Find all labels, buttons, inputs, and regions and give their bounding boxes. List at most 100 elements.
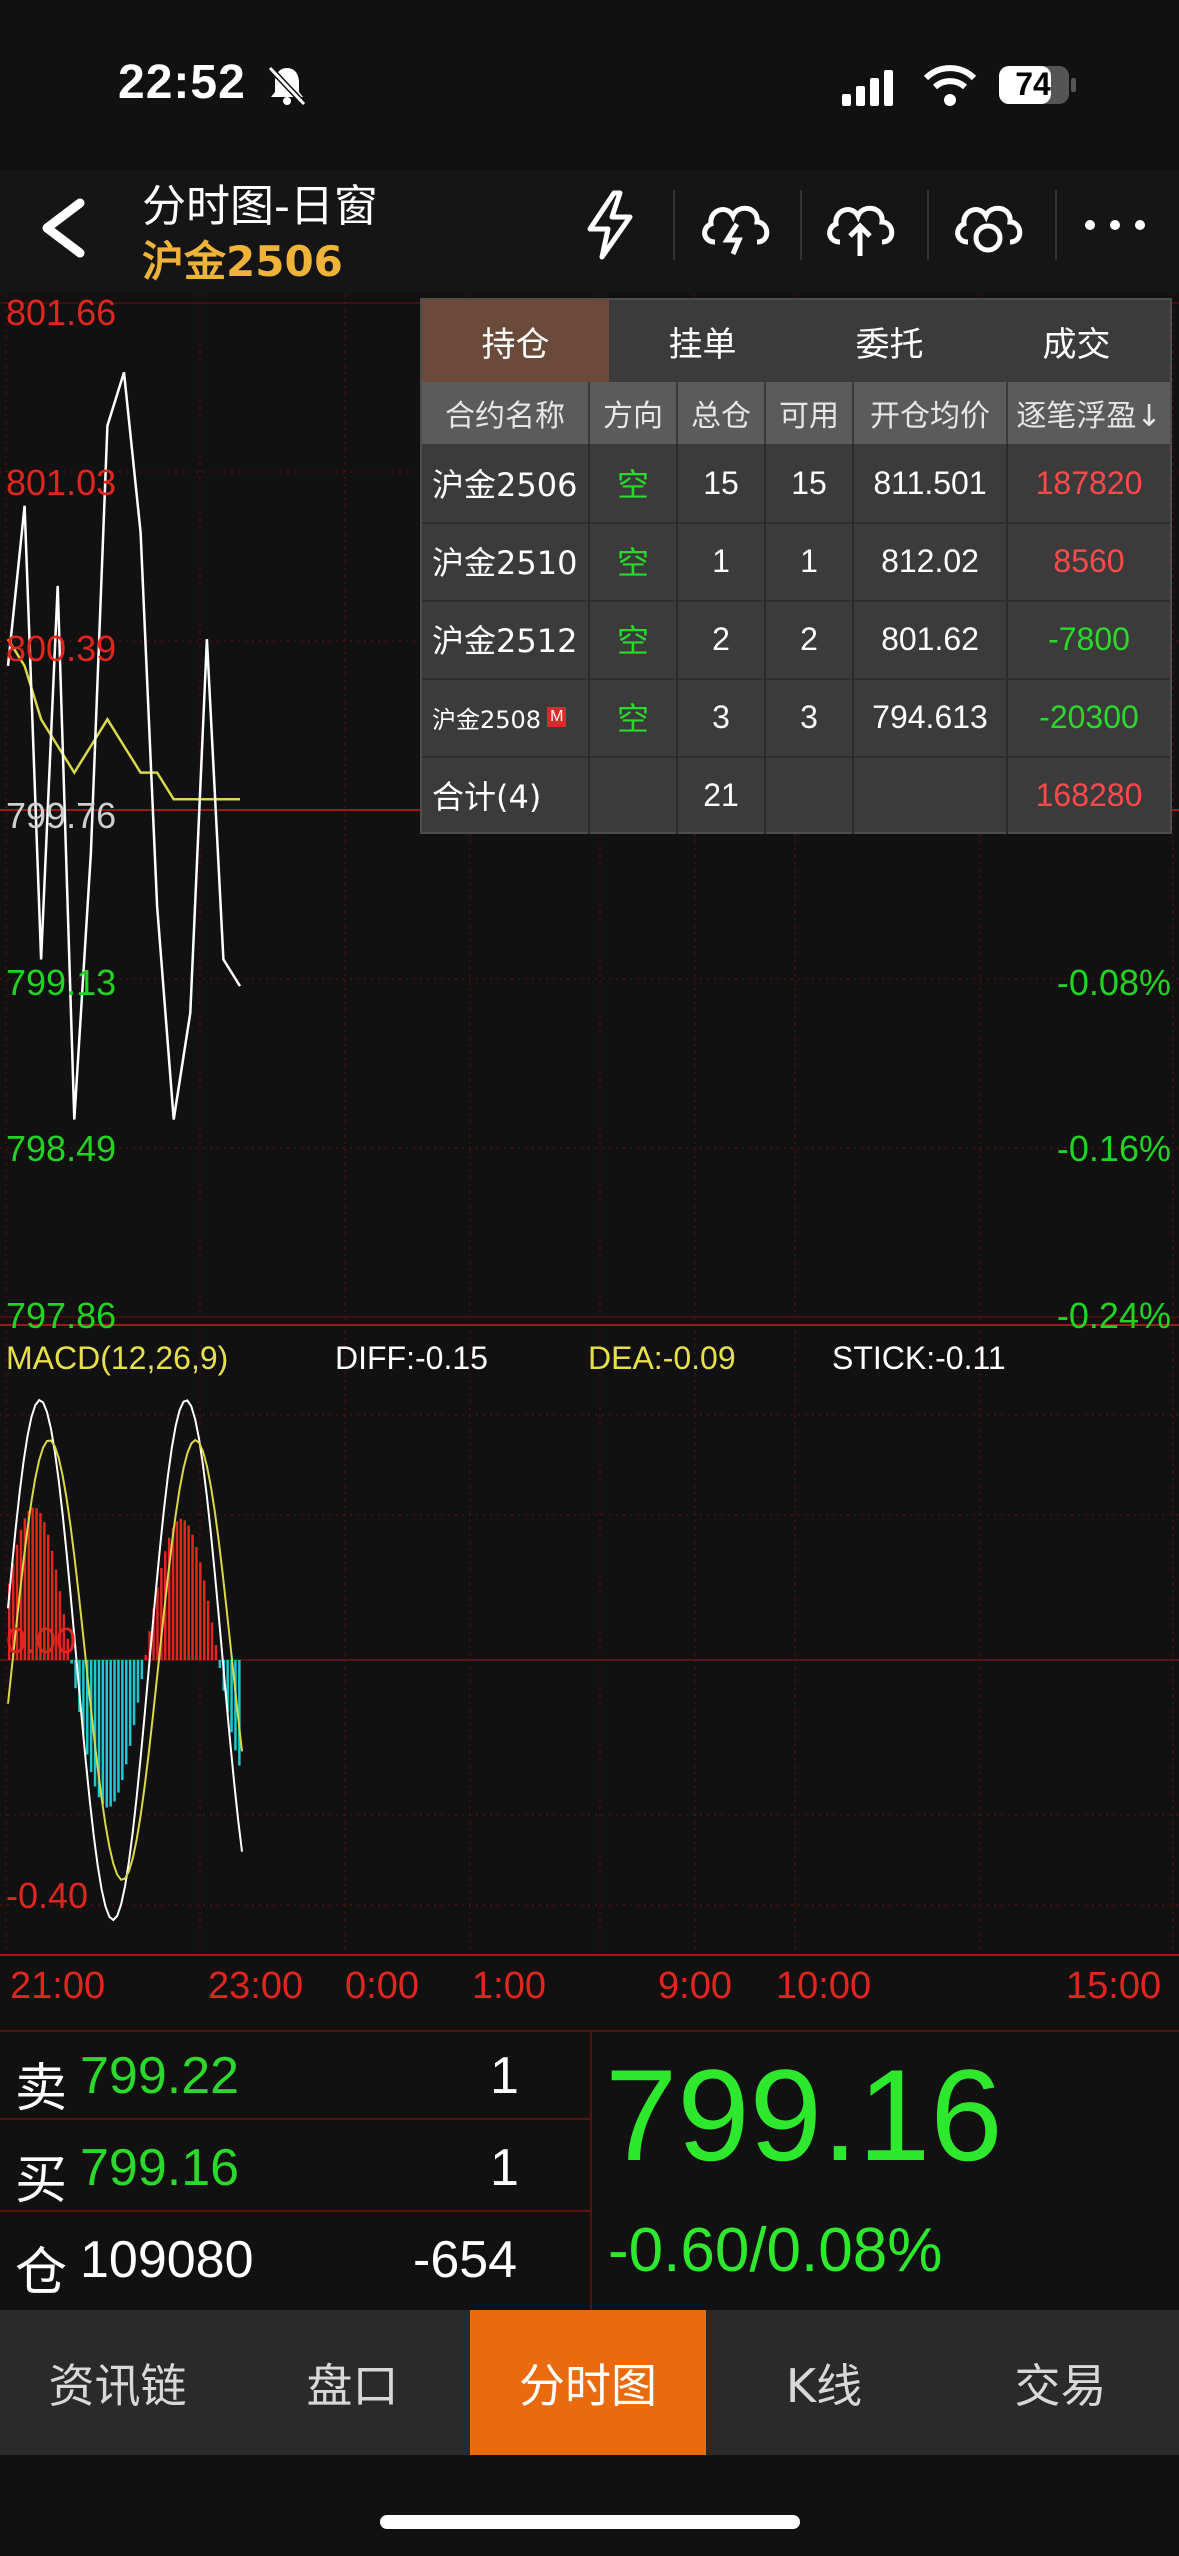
- time-label: 21:00: [10, 1965, 106, 2007]
- table-header: 合约名称 方向 总仓 可用 开仓均价 逐笔浮盈↓: [422, 382, 1170, 444]
- nav-news[interactable]: 资讯链: [0, 2310, 235, 2455]
- macd-bar: [93, 1660, 97, 1787]
- total-pnl: 168280: [1035, 776, 1143, 813]
- macd-bar: [140, 1660, 144, 1679]
- cellular-signal-icon: [840, 68, 900, 108]
- contract-cell: 沪金2512: [422, 600, 590, 678]
- available-cell: 15: [766, 444, 854, 522]
- total-price-cell: [854, 756, 1008, 834]
- table-row[interactable]: 沪金2508 M 空 3 3 794.613 -20300: [422, 678, 1170, 758]
- open-interest-value: 109080: [80, 2231, 254, 2289]
- col-contract: 合约名称: [422, 382, 590, 444]
- col-total: 总仓: [678, 382, 766, 444]
- tab-pending-orders[interactable]: 挂单: [609, 300, 796, 382]
- home-indicator[interactable]: [380, 2515, 800, 2529]
- back-button[interactable]: [25, 185, 105, 270]
- macd-bar: [214, 1645, 218, 1660]
- time-label: 15:00: [1066, 1965, 1162, 2007]
- macd-bar: [105, 1660, 108, 1808]
- macd-bar: [132, 1660, 136, 1726]
- status-time: 22:52: [118, 56, 246, 109]
- open-interest-label: 仓: [15, 2244, 68, 2302]
- cloud-sync-icon[interactable]: [948, 185, 1028, 265]
- tab-orders[interactable]: 委托: [796, 300, 983, 382]
- pnl-cell: -20300: [1039, 698, 1139, 735]
- quote-divider: [0, 2118, 590, 2120]
- total-cell: 2: [678, 600, 766, 678]
- col-direction: 方向: [590, 382, 678, 444]
- percent-label: -0.08%: [1056, 962, 1171, 1003]
- table-row[interactable]: 沪金2512 空 2 2 801.62 -7800: [422, 600, 1170, 680]
- last-price: 799.16: [605, 2042, 1003, 2188]
- quote-divider: [0, 2210, 590, 2212]
- open-price-cell: 794.613: [854, 678, 1008, 756]
- nav-kline[interactable]: K线: [706, 2310, 942, 2455]
- battery-level: 74: [1015, 66, 1051, 102]
- ask-label: 卖: [15, 2060, 68, 2118]
- macd-bar: [203, 1580, 206, 1660]
- macd-diff: DIFF:-0.15: [335, 1340, 488, 1376]
- nav-intraday[interactable]: 分时图: [470, 2310, 706, 2455]
- table-row[interactable]: 沪金2506 空 15 15 811.501 187820: [422, 444, 1170, 524]
- bid-volume: 1: [490, 2139, 519, 2197]
- pnl-cell: 187820: [1035, 464, 1143, 501]
- percent-label: -0.24%: [1056, 1295, 1171, 1336]
- header-divider: [1055, 190, 1057, 260]
- ask-price[interactable]: 799.22: [80, 2046, 239, 2106]
- time-label: 9:00: [658, 1965, 732, 2007]
- cloud-lightning-icon[interactable]: [695, 185, 775, 265]
- macd-bar: [121, 1660, 124, 1781]
- macd-stick: STICK:-0.11: [832, 1340, 1006, 1376]
- col-open-price: 开仓均价: [854, 382, 1008, 444]
- contract-cell: 沪金2508 M: [422, 678, 590, 756]
- contract-cell: 沪金2510: [422, 522, 590, 600]
- macd-bar: [109, 1660, 112, 1807]
- direction-cell: 空: [590, 522, 678, 600]
- more-icon[interactable]: [1075, 185, 1155, 265]
- lightning-icon[interactable]: [570, 185, 650, 265]
- page-title: 分时图-日窗: [142, 181, 378, 232]
- table-row[interactable]: 沪金2510 空 1 1 812.02 8560: [422, 522, 1170, 602]
- tab-trades[interactable]: 成交: [983, 300, 1170, 382]
- header-divider: [800, 190, 802, 260]
- price-change: -0.60/0.08%: [608, 2216, 943, 2285]
- price-label: 799.13: [6, 962, 117, 1003]
- cloud-upload-icon[interactable]: [820, 185, 900, 265]
- open-price-cell: 812.02: [854, 522, 1008, 600]
- col-pnl[interactable]: 逐笔浮盈↓: [1008, 382, 1170, 444]
- nav-order-book[interactable]: 盘口: [235, 2310, 470, 2455]
- macd-bar: [206, 1600, 210, 1660]
- tab-positions[interactable]: 持仓: [422, 300, 609, 385]
- bid-price[interactable]: 799.16: [80, 2138, 239, 2198]
- contract-cell: 沪金2506: [422, 444, 590, 522]
- price-label: 801.66: [6, 292, 117, 333]
- nav-trade[interactable]: 交易: [942, 2310, 1179, 2455]
- contract-name: 沪金2506: [142, 237, 343, 286]
- available-cell: 3: [766, 678, 854, 756]
- positions-panel: 持仓 挂单 委托 成交 合约名称 方向 总仓 可用 开仓均价 逐笔浮盈↓ 沪金2…: [420, 298, 1172, 834]
- macd-bar: [179, 1518, 183, 1660]
- direction-cell: 空: [590, 678, 678, 756]
- macd-zero-label: 0.00: [6, 1620, 77, 1661]
- pnl-cell: 8560: [1053, 542, 1125, 579]
- total-cell: 15: [678, 444, 766, 522]
- direction-cell: 空: [590, 444, 678, 522]
- main-contract-badge: M: [547, 707, 567, 727]
- price-label: 800.39: [6, 628, 117, 669]
- available-cell: 1: [766, 522, 854, 600]
- macd-bar: [175, 1521, 179, 1660]
- total-label: 合计(4): [422, 756, 590, 834]
- time-label: 0:00: [345, 1965, 419, 2007]
- macd-bar: [156, 1587, 159, 1660]
- table-total-row: 合计(4) 21 168280: [422, 756, 1170, 834]
- macd-dea: DEA:-0.09: [588, 1340, 736, 1376]
- macd-bar: [144, 1655, 147, 1660]
- open-interest-change: -654: [413, 2231, 518, 2289]
- macd-bar: [218, 1660, 222, 1668]
- bid-label: 买: [15, 2152, 68, 2210]
- bottom-nav: 资讯链 盘口 分时图 K线 交易: [0, 2310, 1179, 2455]
- total-cell: 1: [678, 522, 766, 600]
- available-cell: 2: [766, 600, 854, 678]
- contract-name: 沪金2508: [432, 705, 542, 734]
- total-sum: 21: [678, 756, 766, 834]
